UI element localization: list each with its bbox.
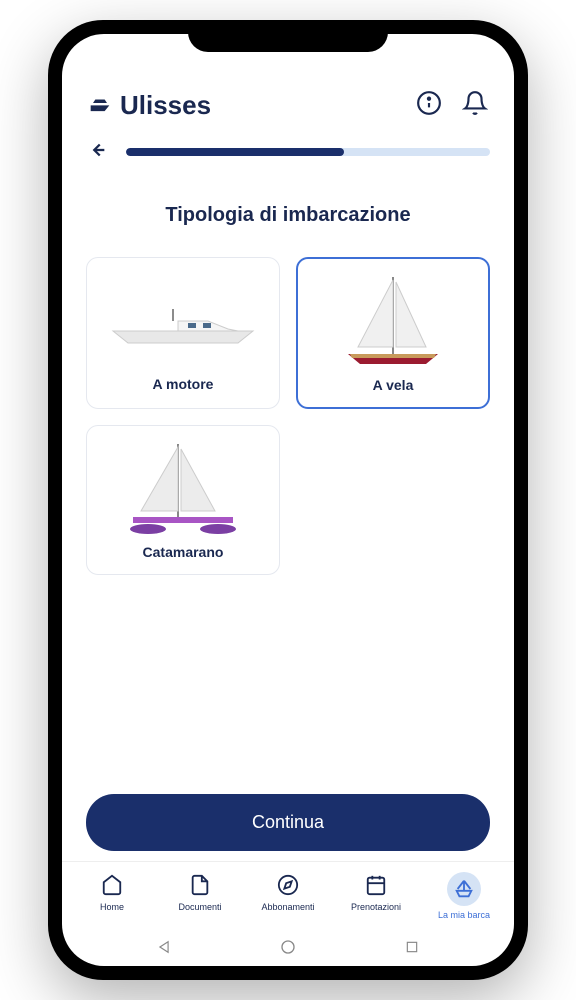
nav-prenotazioni[interactable]: Prenotazioni xyxy=(332,872,420,920)
notifications-button[interactable] xyxy=(460,91,490,121)
nav-miabarca[interactable]: La mia barca xyxy=(420,872,508,920)
phone-frame: Ulisses xyxy=(48,20,528,980)
motorboat-icon xyxy=(108,276,258,366)
cta-area: Continua xyxy=(62,784,514,861)
android-home[interactable] xyxy=(279,938,297,956)
option-label: A motore xyxy=(153,376,214,392)
nav-label: Abbonamenti xyxy=(261,902,314,912)
nav-label: Documenti xyxy=(178,902,221,912)
info-button[interactable] xyxy=(414,91,444,121)
android-system-bar xyxy=(62,926,514,966)
bottom-nav: Home Documenti Abbonamenti xyxy=(62,861,514,926)
logo-text: Ulisses xyxy=(120,90,211,121)
nav-home[interactable]: Home xyxy=(68,872,156,920)
continue-button[interactable]: Continua xyxy=(86,794,490,851)
option-sailboat[interactable]: A vela xyxy=(296,257,490,409)
header-actions xyxy=(414,91,490,121)
nav-label: Home xyxy=(100,902,124,912)
main-content: Tipologia di imbarcazione xyxy=(62,174,514,784)
back-button[interactable] xyxy=(86,140,110,164)
option-label: A vela xyxy=(373,377,414,393)
phone-notch xyxy=(188,20,388,52)
app-logo[interactable]: Ulisses xyxy=(86,89,211,122)
calendar-icon xyxy=(363,872,389,898)
android-recents[interactable] xyxy=(403,938,421,956)
option-motorboat[interactable]: A motore xyxy=(86,257,280,409)
phone-screen: Ulisses xyxy=(62,34,514,966)
compass-icon xyxy=(275,872,301,898)
document-icon xyxy=(187,872,213,898)
option-catamaran[interactable]: Catamarano xyxy=(86,425,280,575)
nav-documenti[interactable]: Documenti xyxy=(156,872,244,920)
home-icon xyxy=(99,872,125,898)
progress-row xyxy=(62,130,514,174)
bell-icon xyxy=(462,90,488,121)
catamaran-icon xyxy=(123,444,243,534)
option-label: Catamarano xyxy=(143,544,224,560)
android-back[interactable] xyxy=(155,938,173,956)
progress-bar xyxy=(126,148,490,156)
info-icon xyxy=(416,90,442,121)
arrow-left-icon xyxy=(86,139,108,166)
nav-label: Prenotazioni xyxy=(351,902,401,912)
page-title: Tipologia di imbarcazione xyxy=(86,204,490,227)
app-header: Ulisses xyxy=(62,79,514,130)
boat-type-grid: A motore A ve xyxy=(86,257,490,575)
logo-icon xyxy=(86,89,114,122)
boat-icon xyxy=(447,872,481,906)
nav-label: La mia barca xyxy=(438,910,490,920)
progress-fill xyxy=(126,148,344,156)
sailboat-icon xyxy=(338,277,448,367)
nav-abbonamenti[interactable]: Abbonamenti xyxy=(244,872,332,920)
